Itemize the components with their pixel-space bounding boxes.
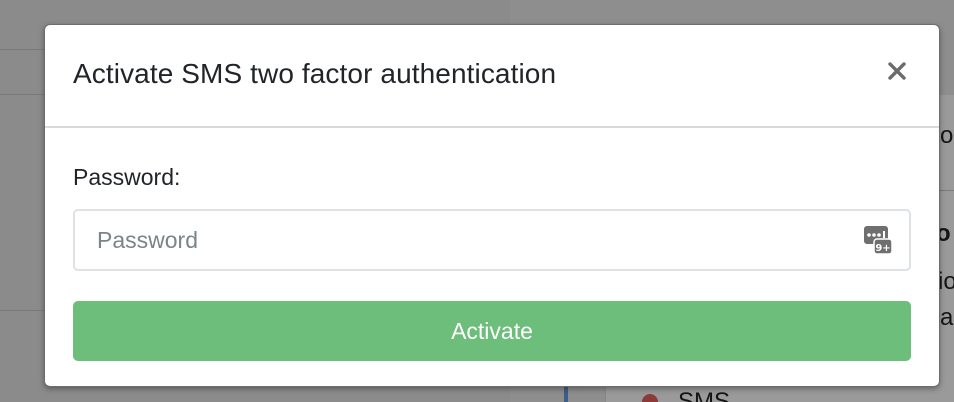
background-text: a — [940, 304, 954, 331]
close-icon — [888, 62, 906, 80]
background-text: o — [940, 122, 954, 149]
modal-header: Activate SMS two factor authentication — [45, 25, 939, 128]
close-button[interactable] — [883, 57, 911, 85]
background-text: io — [938, 268, 954, 295]
activate-sms-2fa-dialog: Activate SMS two factor authentication P… — [44, 24, 940, 387]
background-text: SMS — [678, 388, 731, 402]
password-label: Password: — [73, 164, 181, 190]
page: o o io a SMS Activate SMS two factor aut… — [0, 0, 954, 402]
background-accent-bar — [564, 385, 568, 402]
activate-button[interactable]: Activate — [73, 301, 911, 361]
password-manager-icon[interactable]: 9+ — [863, 224, 893, 256]
password-input[interactable] — [75, 211, 909, 269]
modal-title: Activate SMS two factor authentication — [73, 58, 557, 89]
password-field: 9+ — [73, 209, 911, 271]
svg-text:9+: 9+ — [875, 243, 890, 254]
